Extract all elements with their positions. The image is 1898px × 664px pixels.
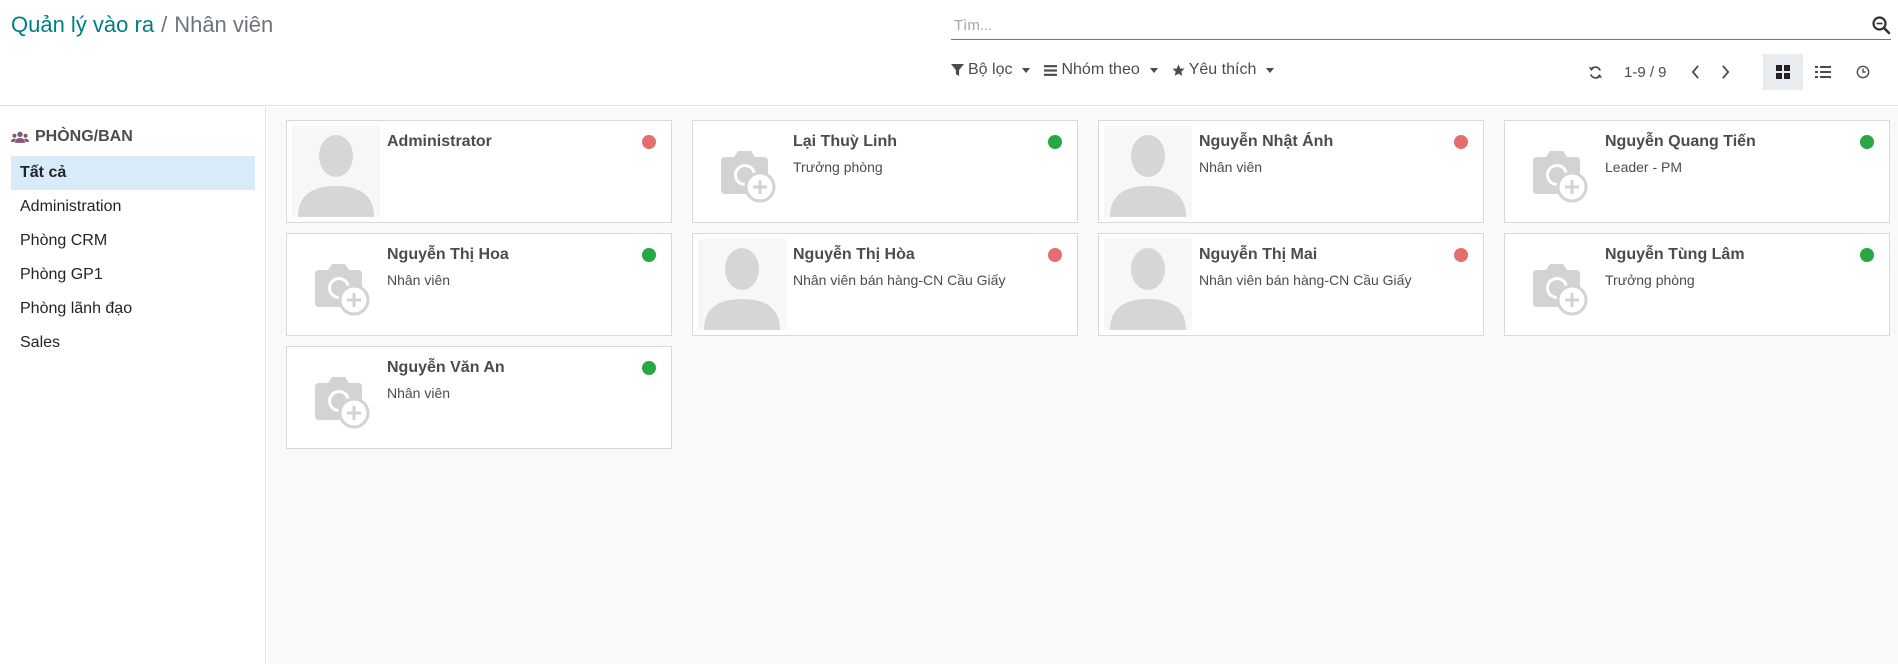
add-photo-icon <box>1510 126 1598 217</box>
favorites-dropdown-button[interactable]: Yêu thích <box>1172 61 1275 79</box>
employee-job-title: Trưởng phòng <box>1605 272 1695 288</box>
search-box <box>951 12 1891 40</box>
employee-card[interactable]: Nguyễn Văn An Nhân viên <box>286 346 672 449</box>
employee-name: Nguyễn Tùng Lâm <box>1605 246 1745 263</box>
presence-status-icon <box>642 361 656 375</box>
employee-card[interactable]: Nguyễn Nhật Ánh Nhân viên <box>1098 120 1484 223</box>
employee-job-title: Nhân viên <box>1199 159 1263 175</box>
employee-card[interactable]: Nguyễn Quang Tiến Leader - PM <box>1504 120 1890 223</box>
refresh-icon[interactable] <box>1580 54 1610 90</box>
presence-status-icon <box>1860 135 1874 149</box>
presence-status-icon <box>1454 135 1468 149</box>
add-photo-icon <box>292 352 380 443</box>
employee-card[interactable]: Administrator <box>286 120 672 223</box>
breadcrumb: Quản lý vào ra / Nhân viên <box>11 12 273 38</box>
search-options: Bộ lọc Nhóm theo Yêu thích <box>951 61 1275 79</box>
sidebar-item[interactable]: Phòng lãnh đạo <box>11 292 255 326</box>
employee-job-title: Nhân viên bán hàng-CN Cầu Giấy <box>793 272 1006 288</box>
sidebar-list: Tất cả Administration Phòng CRM Phòng GP1 Ph… <box>11 156 255 360</box>
caret-down-icon <box>1266 67 1275 73</box>
users-icon <box>11 131 29 143</box>
view-switcher <box>1762 54 1883 90</box>
search-input[interactable] <box>954 14 1834 36</box>
employee-name: Nguyễn Thị Hoa <box>387 246 509 263</box>
add-photo-icon <box>292 239 380 330</box>
favorites-label: Yêu thích <box>1188 61 1257 78</box>
employee-job-title: Nhân viên <box>387 272 451 288</box>
pager-previous-icon[interactable] <box>1681 54 1711 90</box>
employee-name: Lại Thuỳ Linh <box>793 133 897 150</box>
breadcrumb-parent-link[interactable]: Quản lý vào ra <box>11 12 154 37</box>
employee-card[interactable]: Nguyễn Thị Hòa Nhân viên bán hàng-CN Cầu … <box>692 233 1078 336</box>
search-icon[interactable] <box>1871 15 1891 35</box>
employee-name: Nguyễn Nhật Ánh <box>1199 133 1334 150</box>
breadcrumb-separator: / <box>161 12 168 37</box>
caret-down-icon <box>1149 67 1158 73</box>
employee-card[interactable]: Nguyễn Thị Hoa Nhân viên <box>286 233 672 336</box>
employee-card[interactable]: Nguyễn Thị Mai Nhân viên bán hàng-CN Cầu … <box>1098 233 1484 336</box>
presence-status-icon <box>1048 135 1062 149</box>
employee-name: Nguyễn Quang Tiến <box>1605 133 1756 150</box>
bars-icon <box>1044 64 1058 76</box>
employee-job-title: Leader - PM <box>1605 159 1683 175</box>
caret-down-icon <box>1022 67 1031 73</box>
sidebar-item[interactable]: Administration <box>11 190 255 224</box>
presence-status-icon <box>642 248 656 262</box>
kanban-view: Administrator Lại Thuỳ Linh Trưởng phòng Ng… <box>267 107 1898 664</box>
pager-next-icon[interactable] <box>1711 54 1741 90</box>
employee-card[interactable]: Nguyễn Tùng Lâm Trưởng phòng <box>1504 233 1890 336</box>
activity-view-icon[interactable] <box>1843 54 1883 90</box>
presence-status-icon <box>1860 248 1874 262</box>
sidebar-item[interactable]: Phòng GP1 <box>11 258 255 292</box>
avatar-placeholder-icon <box>1104 126 1192 217</box>
sidebar-header-label: PHÒNG/BAN <box>35 128 133 145</box>
star-icon <box>1172 63 1185 76</box>
presence-status-icon <box>642 135 656 149</box>
department-sidebar: PHÒNG/BAN Tất cả Administration Phòng CRM P… <box>0 107 266 664</box>
employee-name: Nguyễn Thị Hòa <box>793 246 915 263</box>
sidebar-item[interactable]: Tất cả <box>11 156 255 190</box>
avatar-placeholder-icon <box>1104 239 1192 330</box>
sidebar-header: PHÒNG/BAN <box>11 128 133 146</box>
employee-job-title: Nhân viên bán hàng-CN Cầu Giấy <box>1199 272 1412 288</box>
employee-card[interactable]: Lại Thuỳ Linh Trưởng phòng <box>692 120 1078 223</box>
add-photo-icon <box>698 126 786 217</box>
groupby-dropdown-button[interactable]: Nhóm theo <box>1044 61 1158 79</box>
presence-status-icon <box>1454 248 1468 262</box>
filter-dropdown-button[interactable]: Bộ lọc <box>951 61 1031 79</box>
employee-name: Administrator <box>387 133 492 150</box>
groupby-label: Nhóm theo <box>1061 61 1140 78</box>
avatar-placeholder-icon <box>292 126 380 217</box>
filter-label: Bộ lọc <box>968 61 1013 78</box>
sidebar-item[interactable]: Phòng CRM <box>11 224 255 258</box>
control-panel: Quản lý vào ra /Nhân viên Bộ lọc Nhóm the… <box>0 0 1898 106</box>
add-photo-icon <box>1510 239 1598 330</box>
pager-area: 1-9 / 9 <box>1580 54 1883 90</box>
avatar-placeholder-icon <box>698 239 786 330</box>
pager-value[interactable]: 1-9 / 9 <box>1624 64 1667 81</box>
list-view-icon[interactable] <box>1803 54 1843 90</box>
filter-icon <box>951 63 964 76</box>
presence-status-icon <box>1048 248 1062 262</box>
sidebar-item[interactable]: Sales <box>11 326 255 360</box>
kanban-view-icon[interactable] <box>1762 54 1803 90</box>
employee-job-title: Trưởng phòng <box>793 159 883 175</box>
employee-job-title: Nhân viên <box>387 385 451 401</box>
breadcrumb-current: Nhân viên <box>174 12 274 37</box>
employee-name: Nguyễn Văn An <box>387 359 505 376</box>
employee-name: Nguyễn Thị Mai <box>1199 246 1318 263</box>
